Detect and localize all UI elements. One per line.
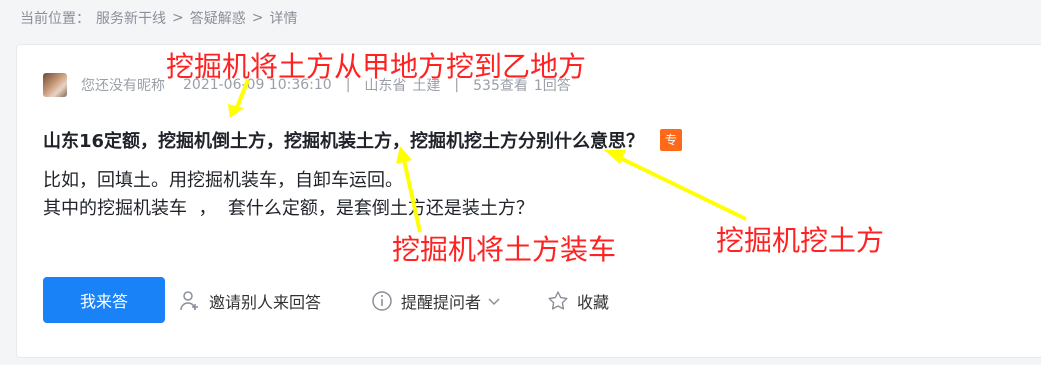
remind-asker-button[interactable]: 提醒提问者 bbox=[371, 289, 509, 313]
info-circle-icon bbox=[372, 291, 392, 311]
annotation-load-soil: 挖掘机将土方装车 bbox=[392, 233, 617, 266]
question-title-text: 山东16定额，挖掘机倒土方，挖掘机装土方，挖掘机挖土方分别什么意思？ bbox=[43, 131, 645, 152]
breadcrumb: 当前位置： 服务新干线 > 答疑解惑 > 详情 bbox=[20, 8, 297, 28]
avatar[interactable] bbox=[43, 73, 67, 97]
user-add-icon bbox=[180, 291, 198, 311]
question-title: 山东16定额，挖掘机倒土方，挖掘机装土方，挖掘机挖土方分别什么意思？ 专 bbox=[43, 127, 683, 153]
author-name[interactable]: 您还没有昵称 bbox=[81, 75, 165, 95]
remind-label: 提醒提问者 bbox=[401, 293, 482, 312]
question-body-line: 比如，回填土。用挖掘机装车，自卸车运回。 bbox=[43, 170, 403, 191]
question-body: 比如，回填土。用挖掘机装车，自卸车运回。其中的挖掘机装车 ， 套什么定额，是套倒… bbox=[43, 167, 534, 223]
breadcrumb-separator: > bbox=[172, 10, 184, 26]
invite-label: 邀请别人来回答 bbox=[209, 293, 322, 312]
chevron-down-icon bbox=[488, 298, 500, 306]
breadcrumb-item-service[interactable]: 服务新干线 bbox=[96, 8, 166, 28]
question-body-line: 其中的挖掘机装车 ， 套什么定额，是套倒土方还是装土方？ bbox=[43, 198, 534, 219]
breadcrumb-item-detail: 详情 bbox=[269, 11, 298, 27]
breadcrumb-label: 当前位置： bbox=[20, 11, 90, 27]
favorite-label: 收藏 bbox=[577, 293, 610, 312]
favorite-button[interactable]: 收藏 bbox=[547, 289, 609, 313]
annotation-haul-soil: 挖掘机将土方从甲地方挖到乙地方 bbox=[166, 50, 587, 83]
star-icon bbox=[548, 291, 568, 310]
breadcrumb-separator: > bbox=[251, 10, 264, 26]
breadcrumb-item-qa[interactable]: 答疑解惑 bbox=[190, 8, 246, 28]
invite-answer-button[interactable]: 邀请别人来回答 bbox=[179, 289, 321, 313]
question-card: 您还没有昵称 2021-06-09 10:36:10 | 山东省 土建 | 53… bbox=[16, 44, 1041, 358]
annotation-dig-soil: 挖掘机挖土方 bbox=[716, 224, 885, 257]
expert-badge: 专 bbox=[660, 129, 683, 151]
answer-button[interactable]: 我来答 bbox=[43, 277, 165, 323]
